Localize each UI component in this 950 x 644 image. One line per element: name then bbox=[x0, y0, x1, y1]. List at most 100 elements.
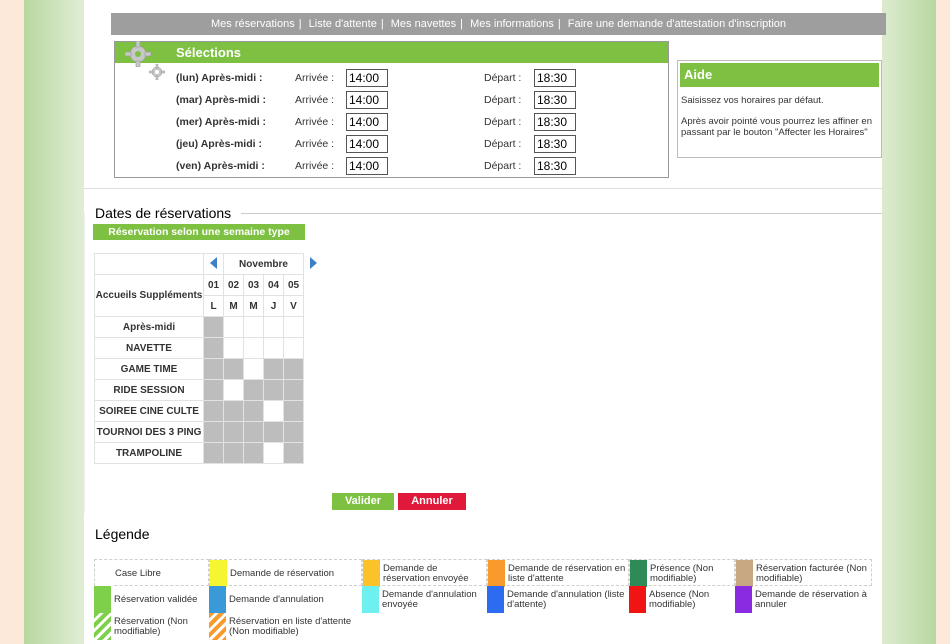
grid-cell bbox=[203, 379, 224, 401]
grid-cell bbox=[203, 421, 224, 443]
depart-label: Départ : bbox=[484, 116, 522, 128]
grid-cell[interactable] bbox=[283, 337, 304, 359]
legend-label: Demande de réservation envoyée bbox=[383, 562, 469, 584]
prev-month-button[interactable] bbox=[203, 253, 224, 275]
grid-cell[interactable] bbox=[243, 316, 264, 338]
schedule-row: (ven) Après-midi : Arrivée : 14:00 Dépar… bbox=[115, 156, 668, 176]
day-letter: M bbox=[223, 295, 244, 317]
legend-swatch bbox=[210, 560, 227, 587]
activity-label: Après-midi bbox=[94, 316, 204, 338]
depart-label: Départ : bbox=[484, 138, 522, 150]
arrivee-label: Arrivée : bbox=[295, 116, 335, 128]
grid-cell[interactable] bbox=[243, 337, 264, 359]
grid-cell[interactable] bbox=[263, 442, 284, 464]
arrow-right-icon bbox=[310, 256, 317, 269]
legend-item: Demande de réservation bbox=[209, 559, 362, 587]
arrivee-label: Arrivée : bbox=[295, 160, 335, 172]
depart-input[interactable]: 18:30 bbox=[534, 69, 576, 87]
nav-attestation[interactable]: Faire une demande d'attestation d'inscri… bbox=[564, 18, 790, 30]
annuler-button[interactable]: Annuler bbox=[398, 493, 466, 510]
depart-input[interactable]: 18:30 bbox=[534, 135, 576, 153]
day-label: (ven) Après-midi : bbox=[176, 160, 265, 172]
grid-cell bbox=[203, 316, 224, 338]
day-label: (jeu) Après-midi : bbox=[176, 138, 262, 150]
grid-row: TRAMPOLINE bbox=[94, 442, 324, 464]
day-number: 05 bbox=[283, 274, 304, 296]
arrivee-label: Arrivée : bbox=[295, 94, 335, 106]
aide-box: Aide Saisissez vos horaires par défaut. … bbox=[677, 60, 882, 158]
schedule-row: (mer) Après-midi : Arrivée : 14:00 Dépar… bbox=[115, 112, 668, 132]
legend-item: Demande d'annulation envoyée bbox=[362, 586, 487, 613]
nav-mes-reservations[interactable]: Mes réservations bbox=[207, 18, 299, 30]
legend-item: Réservation facturée (Non modifiable) bbox=[735, 559, 872, 587]
arrivee-label: Arrivée : bbox=[295, 72, 335, 84]
legend-item: Réservation validée bbox=[94, 586, 209, 613]
grid-cell[interactable] bbox=[263, 337, 284, 359]
activity-label: SOIREE CINE CULTE bbox=[94, 400, 204, 422]
legend-item: Demande de réservation envoyée bbox=[362, 559, 487, 587]
top-nav: Mes réservations | Liste d'attente | Mes n… bbox=[111, 13, 886, 35]
arrivee-input[interactable]: 14:00 bbox=[346, 157, 388, 175]
legend-item: Réservation en liste d'attente (Non modi… bbox=[209, 613, 362, 640]
grid-cell[interactable] bbox=[243, 358, 264, 380]
legend-swatch bbox=[94, 613, 111, 640]
schedule-row: (lun) Après-midi : Arrivée : 14:00 Dépar… bbox=[115, 68, 668, 88]
depart-label: Départ : bbox=[484, 72, 522, 84]
legend-label: Demande de réservation en liste d'attent… bbox=[508, 562, 626, 584]
week-type-button[interactable]: Réservation selon une semaine type bbox=[93, 224, 305, 240]
day-number: 01 bbox=[203, 274, 224, 296]
legend-swatch bbox=[209, 586, 226, 613]
grid-cell bbox=[223, 400, 244, 422]
grid-cell bbox=[223, 358, 244, 380]
day-letter: L bbox=[203, 295, 224, 317]
legend-label: Demande d'annulation (liste d'attente) bbox=[507, 588, 625, 610]
grid-cell bbox=[243, 400, 264, 422]
arrivee-input[interactable]: 14:00 bbox=[346, 69, 388, 87]
legend-item: Case Libre bbox=[94, 559, 209, 587]
nav-liste-attente[interactable]: Liste d'attente bbox=[305, 18, 381, 30]
legend-title: Légende bbox=[95, 526, 150, 542]
arrivee-input[interactable]: 14:00 bbox=[346, 135, 388, 153]
legend-item: Réservation (Non modifiable) bbox=[94, 613, 209, 640]
grid-cell[interactable] bbox=[223, 379, 244, 401]
depart-input[interactable]: 18:30 bbox=[534, 157, 576, 175]
legend-label: Réservation en liste d'attente (Non modi… bbox=[229, 615, 352, 637]
grid-row: TOURNOI DES 3 PING bbox=[94, 421, 324, 443]
depart-label: Départ : bbox=[484, 160, 522, 172]
legend-swatch bbox=[736, 560, 753, 587]
depart-input[interactable]: 18:30 bbox=[534, 91, 576, 109]
selections-header: Sélections bbox=[115, 42, 668, 63]
schedule-row: (mar) Après-midi : Arrivée : 14:00 Dépar… bbox=[115, 90, 668, 110]
day-letter: V bbox=[283, 295, 304, 317]
activity-label: TOURNOI DES 3 PING bbox=[94, 421, 204, 443]
selections-box: Sélections (lun) Après-midi : Arrivée : … bbox=[114, 41, 669, 178]
day-number: 04 bbox=[263, 274, 284, 296]
nav-mes-navettes[interactable]: Mes navettes bbox=[387, 18, 460, 30]
grid-cell[interactable] bbox=[263, 400, 284, 422]
arrivee-input[interactable]: 14:00 bbox=[346, 113, 388, 131]
arrivee-input[interactable]: 14:00 bbox=[346, 91, 388, 109]
day-label: (mer) Après-midi : bbox=[176, 116, 267, 128]
nav-mes-informations[interactable]: Mes informations bbox=[466, 18, 558, 30]
month-label: Novembre bbox=[223, 253, 304, 275]
grid-row: RIDE SESSION bbox=[94, 379, 324, 401]
grid-cell bbox=[263, 358, 284, 380]
gear-icon bbox=[125, 41, 151, 67]
grid-cell[interactable] bbox=[223, 316, 244, 338]
legend-label: Réservation (Non modifiable) bbox=[114, 615, 188, 637]
valider-button[interactable]: Valider bbox=[332, 493, 394, 510]
next-month-button[interactable] bbox=[304, 254, 324, 275]
grid-cell[interactable] bbox=[263, 316, 284, 338]
grid-cell bbox=[203, 442, 224, 464]
depart-input[interactable]: 18:30 bbox=[534, 113, 576, 131]
day-number: 03 bbox=[243, 274, 264, 296]
dates-title: Dates de réservations bbox=[95, 205, 232, 221]
day-label: (mar) Après-midi : bbox=[176, 94, 267, 106]
grid-cell[interactable] bbox=[223, 337, 244, 359]
grid-cell[interactable] bbox=[283, 316, 304, 338]
day-letter: J bbox=[263, 295, 284, 317]
grid-row: SOIREE CINE CULTE bbox=[94, 400, 324, 422]
grid-cell bbox=[263, 421, 284, 443]
aide-title: Aide bbox=[680, 63, 879, 87]
legend-label: Demande de réservation à annuler bbox=[755, 588, 867, 610]
